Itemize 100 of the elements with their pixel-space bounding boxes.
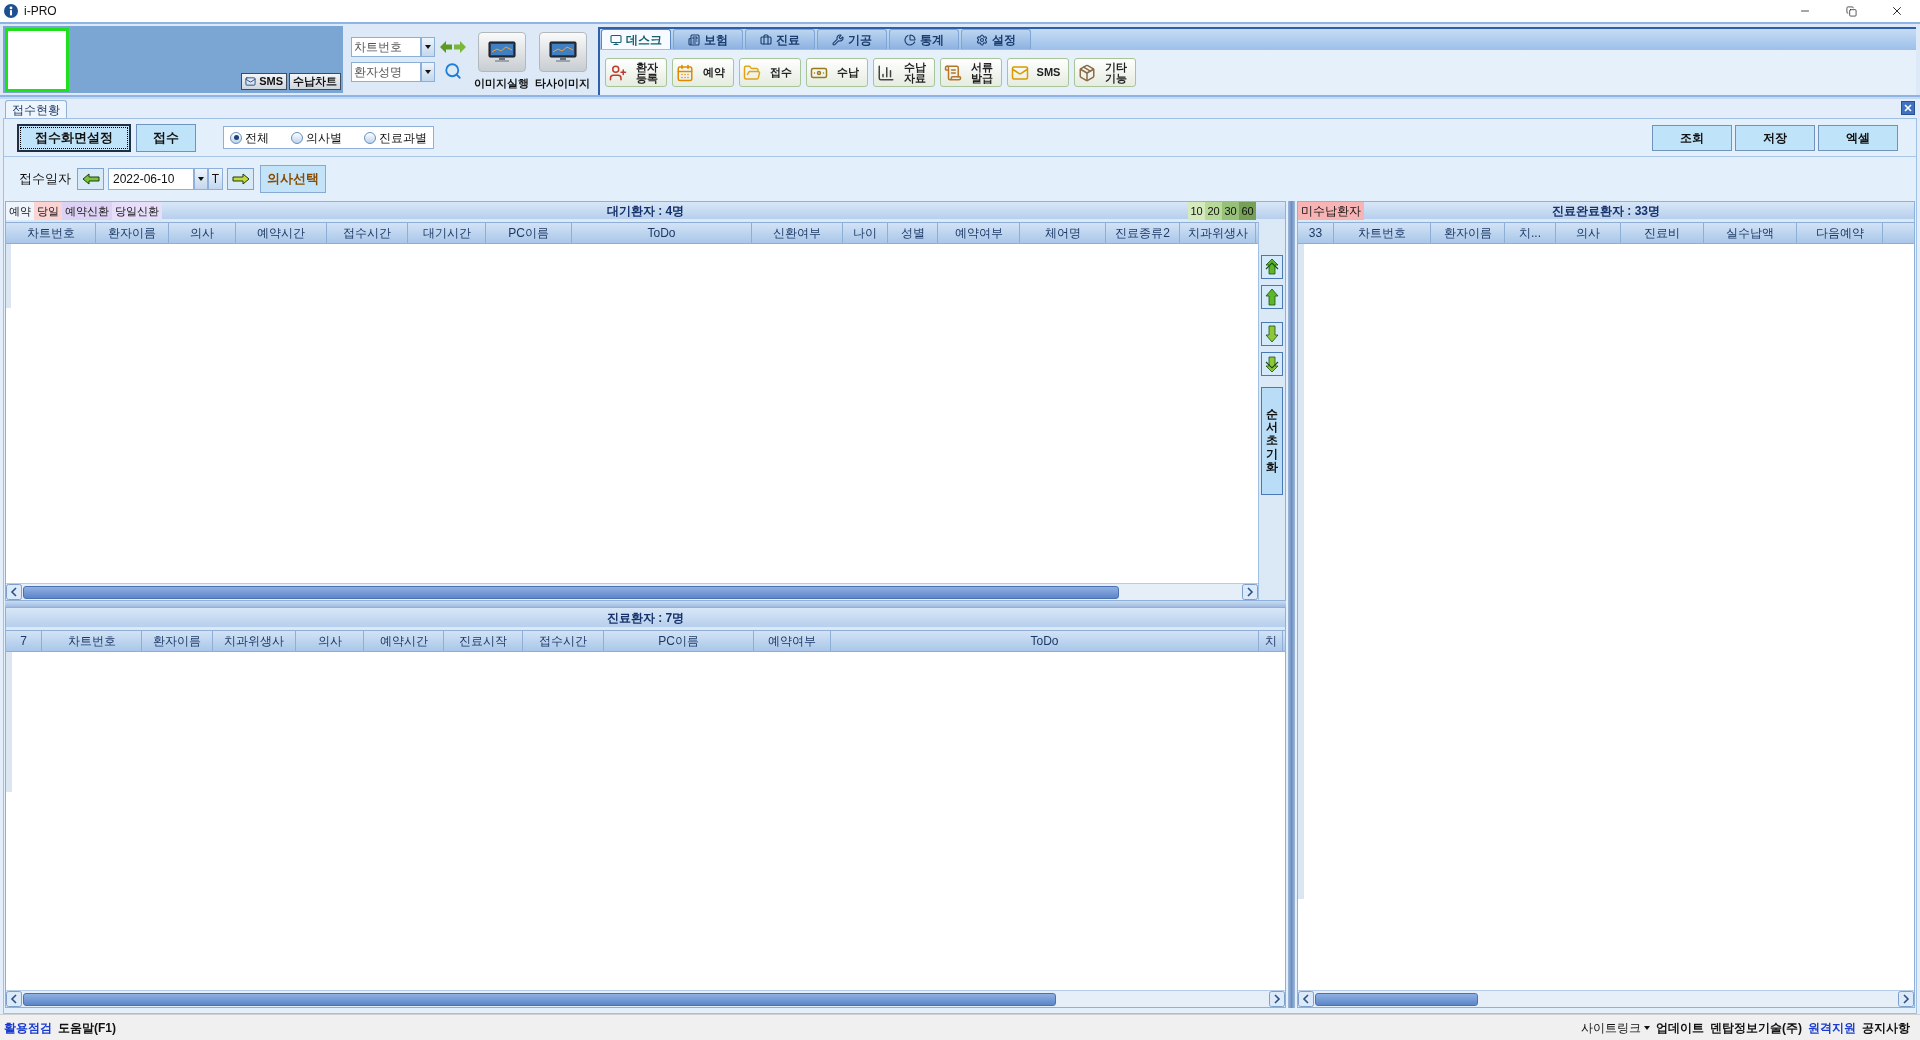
calendar-icon <box>676 63 694 82</box>
column-header: 치... <box>1505 223 1556 243</box>
toolbar-button[interactable]: 수납 자료 <box>873 58 935 87</box>
action-button[interactable]: 조회 <box>1652 124 1732 151</box>
column-header: 7 <box>6 631 42 651</box>
status-link[interactable]: 활용점검 <box>4 1018 52 1037</box>
tab[interactable]: 기공 <box>817 29 887 49</box>
column-header: 대기시간 <box>408 223 486 243</box>
column-header: 접수시간 <box>327 223 408 243</box>
toolbar-button[interactable]: 접수 <box>739 58 801 87</box>
column-header: 차트번호 <box>6 223 96 243</box>
status-link[interactable]: 덴탑정보기술(주) <box>1710 1018 1802 1037</box>
search-icon[interactable] <box>444 61 462 80</box>
action-button[interactable]: 접수 <box>136 123 196 152</box>
status-link[interactable]: 도움말(F1) <box>58 1018 116 1037</box>
column-header: 의사 <box>169 223 236 243</box>
small-button[interactable]: 수납차트 <box>289 73 341 90</box>
column-header: 예약시간 <box>364 631 444 651</box>
horizontal-scrollbar[interactable] <box>6 990 1285 1007</box>
dropdown-button[interactable] <box>194 168 208 190</box>
toolbar-button[interactable]: SMS <box>1007 58 1069 87</box>
panel-title: 진료완료환자 : 33명 <box>1552 203 1660 220</box>
lookup-field[interactable]: 차트번호 <box>351 37 421 57</box>
date-field[interactable]: 2022-06-10 <box>108 168 194 190</box>
unpaid-tag[interactable]: 미수납환자 <box>1298 202 1364 220</box>
briefcase-icon <box>760 33 772 46</box>
menu-link[interactable]: 사이트링크 <box>1581 1018 1650 1037</box>
column-header: 차트번호 <box>1334 223 1431 243</box>
tab[interactable]: 보험 <box>673 29 743 49</box>
mail-icon <box>1011 63 1029 82</box>
horizontal-scrollbar[interactable] <box>1298 990 1914 1007</box>
caret-down-icon <box>425 45 431 49</box>
app-logo-icon <box>4 4 18 18</box>
tab[interactable]: 통계 <box>889 29 959 49</box>
legend-tag: 예약 <box>6 202 34 220</box>
radio-label[interactable]: 전체 <box>245 128 269 147</box>
today-button[interactable]: T <box>208 168 223 190</box>
tab[interactable]: 진료 <box>745 29 815 49</box>
radio-label[interactable]: 의사별 <box>306 128 342 147</box>
legend-tag: 당일신환 <box>112 202 162 220</box>
monitor-icon <box>547 41 578 63</box>
action-button[interactable]: 저장 <box>1735 124 1815 151</box>
scroll-right-icon[interactable] <box>1898 991 1914 1007</box>
dropdown-button[interactable] <box>421 37 435 57</box>
status-link[interactable]: 공지사항 <box>1862 1018 1910 1037</box>
panel-title: 대기환자 : 4명 <box>606 203 685 220</box>
image-button[interactable] <box>477 32 526 72</box>
scroll-right-icon[interactable] <box>1242 584 1258 600</box>
radio-button[interactable] <box>291 131 303 144</box>
radio-button[interactable] <box>230 131 242 144</box>
scroll-icon <box>944 63 962 82</box>
action-button[interactable]: 접수화면설정 <box>17 123 131 152</box>
scrollbar-thumb[interactable] <box>23 992 1057 1006</box>
bar-chart-icon <box>877 63 895 82</box>
column-header: PC이름 <box>604 631 754 651</box>
wait-level-tag: 10 <box>1188 202 1205 220</box>
dropdown-button[interactable] <box>421 62 435 82</box>
close-icon[interactable] <box>1901 101 1915 115</box>
radio-button[interactable] <box>364 131 376 144</box>
image-button-label[interactable]: 타사이미지 <box>535 75 590 92</box>
toolbar-button[interactable]: 수납 <box>806 58 868 87</box>
lookup-field[interactable]: 환자성명 <box>351 62 421 82</box>
column-header: 환자이름 <box>142 631 213 651</box>
column-header: 체어명 <box>1020 223 1106 243</box>
scroll-left-icon[interactable] <box>6 584 22 600</box>
column-header: 환자이름 <box>1431 223 1505 243</box>
previous-date-button[interactable] <box>77 168 104 190</box>
left-arrow-icon <box>81 173 100 185</box>
toolbar-button[interactable]: 기타 기능 <box>1074 58 1136 87</box>
scroll-left-icon[interactable] <box>1298 991 1314 1007</box>
radio-label[interactable]: 진료과별 <box>379 128 427 147</box>
toolbar-button[interactable]: 서류 발급 <box>940 58 1002 87</box>
scroll-right-icon[interactable] <box>1269 991 1285 1007</box>
scroll-left-icon[interactable] <box>6 991 22 1007</box>
column-header: 진료비 <box>1621 223 1704 243</box>
order-reset-button[interactable]: 순서초기화 <box>1261 387 1283 495</box>
image-button-label[interactable]: 이미지실행 <box>474 75 529 92</box>
scrollbar-thumb[interactable] <box>23 585 1120 599</box>
wait-level-tag: 20 <box>1205 202 1222 220</box>
document-tab[interactable]: 접수현황 <box>5 100 67 118</box>
action-button[interactable]: 엑셀 <box>1818 124 1898 151</box>
horizontal-scrollbar[interactable] <box>6 583 1258 600</box>
column-header: 33 <box>1298 223 1334 243</box>
column-header: 예약여부 <box>754 631 831 651</box>
column-header: 나이 <box>843 223 888 243</box>
column-header: 의사 <box>1556 223 1621 243</box>
toolbar-button[interactable]: 예약 <box>672 58 734 87</box>
doctor-select-button[interactable]: 의사선택 <box>260 165 326 193</box>
column-header: 치과위생사 <box>213 631 296 651</box>
tab[interactable]: 데스크 <box>601 29 671 49</box>
scrollbar-thumb[interactable] <box>1315 992 1478 1006</box>
next-date-button[interactable] <box>227 168 254 190</box>
image-button[interactable] <box>538 32 587 72</box>
toolbar-button[interactable]: 환자 등록 <box>605 58 667 87</box>
status-link[interactable]: 원격지원 <box>1808 1018 1856 1037</box>
status-link[interactable]: 업데이트 <box>1656 1018 1704 1037</box>
tab[interactable]: 설정 <box>961 29 1031 49</box>
column-header: 차트번호 <box>42 631 142 651</box>
small-button[interactable]: SMS <box>241 73 287 90</box>
caret-down-icon <box>425 70 431 74</box>
